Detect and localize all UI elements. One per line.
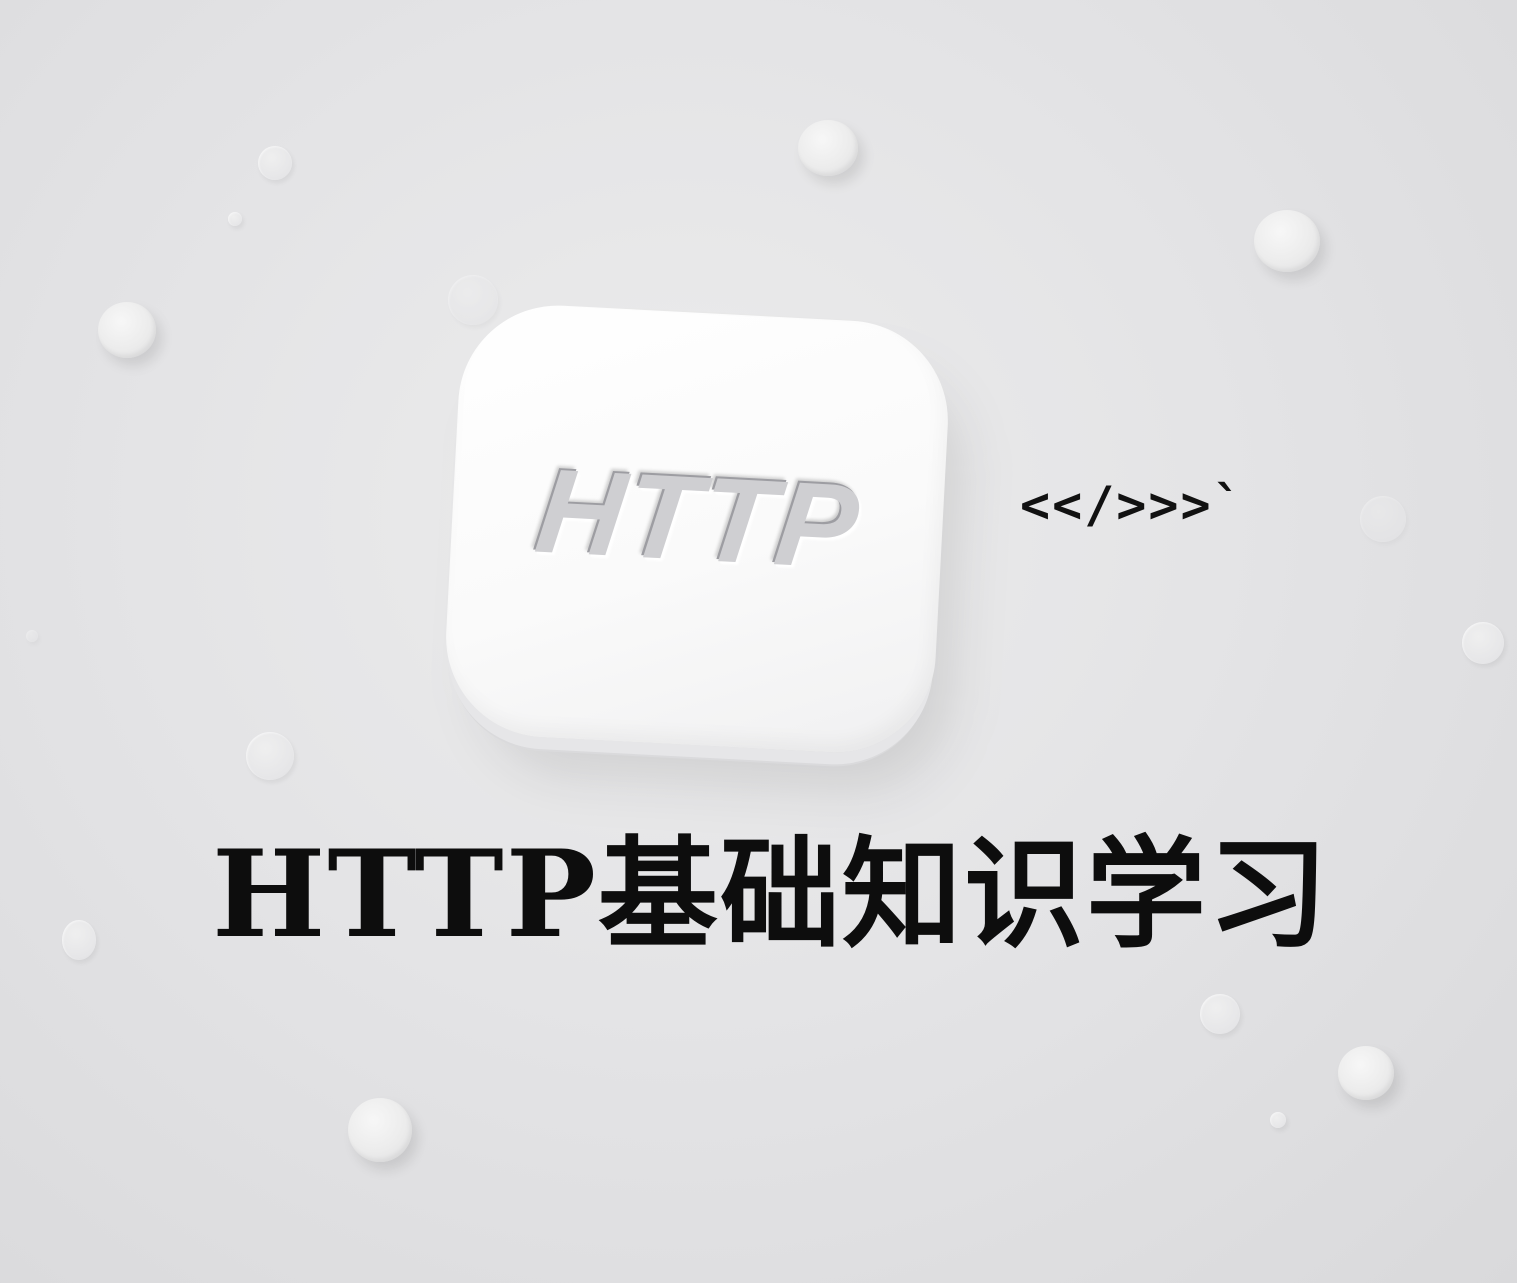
- decorative-dot: [798, 120, 858, 176]
- decorative-dot: [1270, 1112, 1286, 1128]
- decorative-dot: [348, 1098, 412, 1162]
- decorative-dot: [26, 630, 38, 642]
- headline-title: HTTP基础知识学习: [212, 824, 1330, 965]
- http-tile-icon: HTTP: [441, 300, 953, 758]
- decorative-dot: [98, 302, 156, 358]
- http-tile-label: HTTP: [529, 443, 867, 595]
- decorative-dot: [1360, 496, 1406, 542]
- decorative-dot: [62, 920, 96, 960]
- decorative-dot: [1462, 622, 1504, 664]
- decorative-dot: [1338, 1046, 1394, 1100]
- decorative-dot: [246, 732, 294, 780]
- decorative-dot: [228, 212, 242, 226]
- cover-scene: HTTP <</>>>` HTTP基础知识学习: [0, 0, 1517, 1283]
- code-symbol-text: <</>>>`: [1020, 476, 1245, 534]
- decorative-dot: [258, 146, 292, 180]
- decorative-dot: [1254, 210, 1320, 272]
- decorative-dot: [1200, 994, 1240, 1034]
